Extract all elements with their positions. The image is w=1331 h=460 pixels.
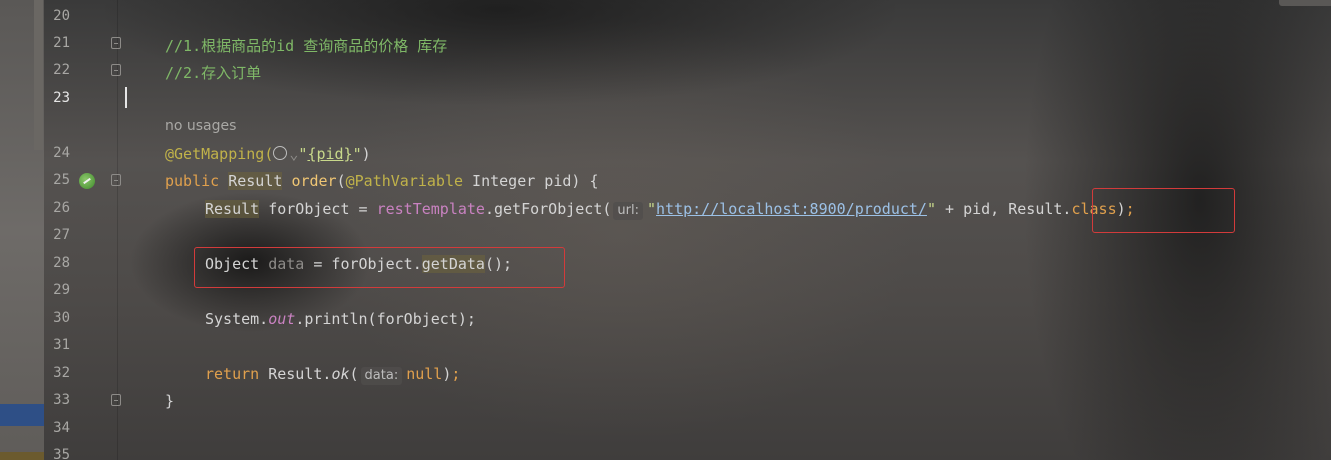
var-decl: forObject = bbox=[259, 200, 377, 218]
text-caret bbox=[125, 87, 127, 108]
tool-marker bbox=[0, 452, 44, 460]
code-content: @GetMapping(⌄"{pid}") bbox=[165, 145, 371, 163]
code-content: Result forObject = restTemplate.getForOb… bbox=[205, 200, 1135, 220]
highlight-box-result-class bbox=[1092, 188, 1235, 233]
globe-icon[interactable] bbox=[273, 146, 288, 160]
tail-text: + pid, bbox=[935, 200, 1009, 218]
call-text: Result. bbox=[259, 365, 332, 383]
param-annotation: @PathVariable bbox=[345, 172, 464, 190]
line-number: 30 bbox=[53, 310, 70, 326]
annotation-text: @GetMapping( bbox=[165, 145, 274, 163]
usage-hint-line: no usages bbox=[44, 115, 1331, 137]
code-line: 32 return Result.ok(data: null); bbox=[44, 363, 1331, 385]
keyword: public bbox=[165, 172, 220, 190]
code-content: public Result order(@PathVariable Intege… bbox=[165, 172, 599, 190]
comment-text: //1.根据商品的id 查询商品的价格 库存 bbox=[165, 37, 448, 55]
code-content: System.out.println(forObject); bbox=[205, 310, 476, 328]
line-number: 34 bbox=[53, 420, 70, 436]
null-literal: null bbox=[406, 365, 443, 383]
call-text: .println(forObject); bbox=[295, 310, 476, 328]
type-name: Result bbox=[228, 172, 283, 190]
param-hint: data: bbox=[360, 367, 403, 385]
code-line: 21 //1.根据商品的id 查询商品的价格 库存 bbox=[44, 33, 1331, 55]
line-number: 24 bbox=[53, 145, 70, 161]
code-content: return Result.ok(data: null); bbox=[205, 365, 461, 385]
line-number: 20 bbox=[53, 8, 70, 24]
line-number: 25 bbox=[53, 172, 70, 188]
fold-icon[interactable] bbox=[111, 174, 121, 186]
code-line: 22 //2.存入订单 bbox=[44, 60, 1331, 82]
code-line: 35 bbox=[44, 445, 1331, 460]
method-name: order bbox=[291, 172, 337, 190]
selected-tool-marker bbox=[0, 404, 44, 426]
highlight-box-getdata bbox=[194, 247, 565, 288]
field-name: restTemplate bbox=[376, 200, 485, 218]
no-usages-hint[interactable]: no usages bbox=[165, 118, 236, 134]
code-line: 31 bbox=[44, 335, 1331, 357]
line-number: 23 bbox=[53, 90, 70, 106]
comment-text: //2.存入订单 bbox=[165, 64, 262, 82]
code-editor[interactable]: 20 21 //1.根据商品的id 查询商品的价格 库存 22 //2.存入订单… bbox=[0, 0, 1331, 460]
fold-icon[interactable] bbox=[111, 64, 121, 76]
type-name: Result bbox=[205, 200, 260, 218]
param-hint: url: bbox=[613, 202, 643, 220]
fold-icon[interactable] bbox=[111, 37, 121, 49]
code-line-current: 23 bbox=[44, 88, 1331, 110]
code-line: 20 bbox=[44, 6, 1331, 28]
static-field: out bbox=[268, 310, 296, 328]
line-number: 29 bbox=[53, 282, 70, 298]
method-name: ok bbox=[331, 365, 350, 383]
url-link[interactable]: http://localhost:8900/product/ bbox=[656, 200, 927, 218]
line-number: 35 bbox=[53, 447, 70, 460]
keyword: return bbox=[205, 365, 260, 383]
code-line: 30 System.out.println(forObject); bbox=[44, 308, 1331, 330]
line-number: 21 bbox=[53, 35, 70, 51]
fold-icon[interactable] bbox=[111, 394, 121, 406]
code-line: 34 bbox=[44, 418, 1331, 440]
line-number: 27 bbox=[53, 227, 70, 243]
mapping-path[interactable]: {pid} bbox=[307, 145, 352, 163]
param-rest: Integer pid) { bbox=[463, 172, 599, 190]
closing-brace: } bbox=[165, 392, 175, 410]
call-text: .getForObject( bbox=[484, 200, 612, 218]
class-ref: Result bbox=[1008, 200, 1063, 218]
run-gutter-icon[interactable] bbox=[79, 173, 95, 189]
line-number: 28 bbox=[53, 255, 70, 271]
left-tool-strip bbox=[0, 0, 44, 460]
code-line: 33 } bbox=[44, 390, 1331, 412]
class-ref: System. bbox=[205, 310, 269, 328]
line-number: 22 bbox=[53, 62, 70, 78]
line-number: 31 bbox=[53, 337, 70, 353]
line-number: 32 bbox=[53, 365, 70, 381]
line-number: 33 bbox=[53, 392, 70, 408]
code-line: 24 @GetMapping(⌄"{pid}") bbox=[44, 143, 1331, 165]
line-number: 26 bbox=[53, 200, 70, 216]
scrollbar-thumb[interactable] bbox=[34, 0, 43, 150]
